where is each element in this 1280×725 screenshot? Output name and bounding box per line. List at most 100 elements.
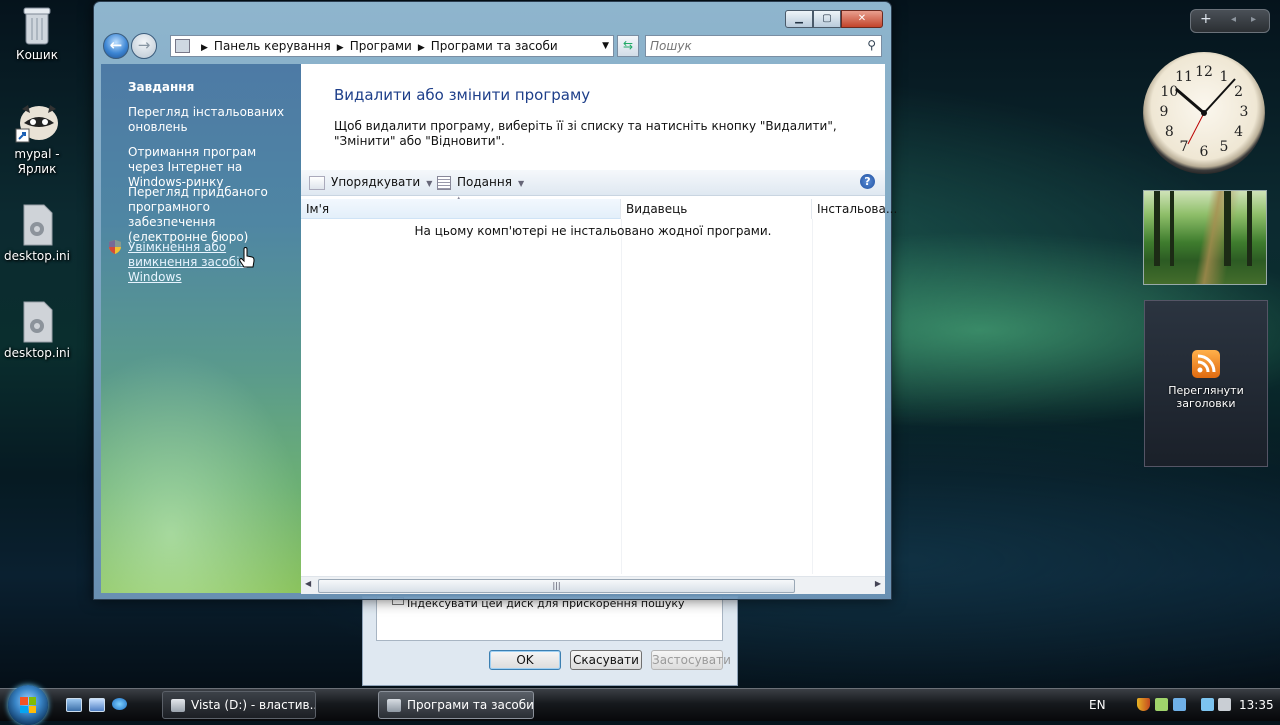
volume-muted-icon[interactable] [1218, 698, 1231, 711]
column-divider [812, 219, 813, 574]
programs-and-features-window: ▁ ▢ ✕ ← → ▶ Панель керування ▶ Програми ▶ Про… [93, 1, 897, 600]
switch-windows-icon[interactable] [89, 698, 105, 712]
chevron-right-icon[interactable]: ▶ [201, 43, 208, 53]
connection-icon[interactable] [1201, 698, 1214, 711]
desktop-icon-desktop-ini-1[interactable]: desktop.ini [0, 203, 77, 264]
slideshow-gadget[interactable] [1143, 190, 1267, 285]
settings-file-icon [20, 203, 54, 247]
breadcrumb-programs-features[interactable]: Програми та засоби [431, 39, 558, 53]
ok-button[interactable]: OK [489, 650, 561, 670]
breadcrumb-programs[interactable]: Програми [350, 39, 412, 53]
organize-icon [309, 175, 325, 190]
chevron-down-icon: ▼ [426, 179, 433, 188]
search-icon[interactable]: ⚲ [867, 38, 876, 52]
next-icon[interactable]: ▸ [1251, 14, 1256, 25]
views-label: Подання [457, 175, 512, 189]
page-title: Видалити або змінити програму [334, 86, 591, 104]
add-gadget-icon[interactable]: + [1200, 11, 1212, 27]
windows-update-icon[interactable] [1173, 698, 1186, 711]
search-input[interactable] [650, 38, 850, 53]
desktop-icon-label: desktop.ini [4, 346, 70, 360]
clock-time[interactable]: 13:35 [1239, 689, 1274, 721]
drive-properties-dialog: Індексувати цей диск для прискорення пош… [362, 596, 738, 686]
desktop-icon-label: mypal - Ярлик [14, 147, 60, 176]
network-icon[interactable] [1155, 698, 1168, 711]
empty-list-message: На цьому комп'ютері не інстальовано жодн… [414, 224, 772, 238]
taskbar-button-drive-properties[interactable]: Vista (D:) - властив... [162, 691, 316, 719]
desktop-icon-label: Кошик [16, 48, 58, 62]
turn-windows-features-link[interactable]: Увімкнення або вимкнення засобів Windows [128, 240, 286, 285]
close-button[interactable]: ✕ [841, 10, 883, 28]
views-icon [437, 175, 451, 190]
breadcrumb-control-panel[interactable]: Панель керування [214, 39, 331, 53]
desktop-icon-recycle-bin[interactable]: Кошик [0, 4, 77, 63]
minimize-button[interactable]: ▁ [785, 10, 813, 28]
view-purchased-software-link[interactable]: Перегляд придбаного програмного забезпеч… [128, 185, 293, 245]
back-button[interactable]: ← [103, 33, 129, 59]
column-header-publisher[interactable]: Видавець [621, 199, 812, 219]
previous-icon[interactable]: ◂ [1231, 14, 1236, 25]
tasks-pane: Завдання Перегляд інстальованих оновлень… [101, 64, 301, 593]
view-installed-updates-link[interactable]: Перегляд інстальованих оновлень [128, 105, 288, 135]
chevron-right-icon[interactable]: ▶ [337, 43, 344, 53]
chevron-down-icon[interactable]: ▼ [602, 36, 609, 56]
start-button[interactable] [8, 685, 48, 725]
security-shield-icon[interactable] [1137, 698, 1150, 711]
tasks-header: Завдання [128, 80, 195, 94]
hand-cursor-icon [239, 247, 255, 268]
apply-button[interactable]: Застосувати [651, 650, 731, 670]
forward-button[interactable]: → [131, 33, 157, 59]
feed-headlines-gadget[interactable]: Переглянути заголовки [1144, 300, 1268, 467]
column-header-installed[interactable]: Інстальова... [812, 199, 897, 219]
dialog-options-box: Індексувати цей диск для прискорення пош… [376, 597, 723, 641]
control-panel-icon [175, 39, 190, 53]
language-indicator[interactable]: EN [1089, 689, 1106, 721]
column-header-name[interactable]: Ім'я [301, 199, 621, 219]
views-menu[interactable]: Подання ▼ [437, 170, 524, 195]
programs-content-pane: Видалити або змінити програму Щоб видали… [301, 64, 897, 594]
scroll-left-icon[interactable]: ◀ [305, 579, 311, 588]
refresh-button[interactable]: ⇆ [617, 35, 639, 57]
shield-icon [109, 240, 121, 254]
help-icon[interactable]: ? [860, 174, 875, 189]
search-box[interactable]: ⚲ [645, 35, 882, 57]
taskbar-button-label: Програми та засоби [407, 698, 534, 712]
recycle-bin-icon [22, 4, 52, 46]
address-bar[interactable]: ▶ Панель керування ▶ Програми ▶ Програми та з… [170, 35, 614, 57]
breadcrumb: ▶ Панель керування ▶ Програми ▶ Програми та з… [195, 36, 558, 56]
chevron-right-icon[interactable]: ▶ [418, 43, 425, 53]
raccoon-icon [14, 101, 60, 145]
tree-shape [1224, 191, 1231, 266]
organize-label: Упорядкувати [331, 175, 421, 189]
desktop-icon-mypal-shortcut[interactable]: mypal - Ярлик [0, 101, 77, 177]
view-headlines-link[interactable]: Переглянути заголовки [1145, 384, 1267, 410]
cancel-button[interactable]: Скасувати [570, 650, 642, 670]
column-divider [621, 219, 622, 574]
chevron-down-icon: ▼ [517, 179, 525, 188]
tree-shape [1154, 191, 1160, 266]
drive-icon [171, 699, 185, 712]
tree-shape [1247, 191, 1252, 266]
show-desktop-icon[interactable] [66, 698, 82, 712]
taskbar: Vista (D:) - властив... Програми та засо… [0, 685, 1280, 725]
clock-hands [1175, 78, 1236, 145]
organize-menu[interactable]: Упорядкувати ▼ [309, 170, 432, 195]
scroll-right-icon[interactable]: ▶ [875, 579, 881, 588]
desktop-icon-desktop-ini-2[interactable]: desktop.ini [0, 300, 77, 361]
caption-buttons: ▁ ▢ ✕ [785, 10, 883, 28]
taskbar-button-label: Vista (D:) - властив... [191, 698, 316, 712]
taskbar-button-programs-features[interactable]: Програми та засоби [378, 691, 534, 719]
rss-icon [1192, 350, 1220, 378]
clock-gadget[interactable]: 12 1 2 3 4 5 6 7 8 9 10 11 [1143, 52, 1265, 174]
internet-explorer-icon[interactable] [112, 698, 127, 710]
horizontal-scrollbar[interactable]: ◀ ||| ▶ [301, 576, 885, 594]
scrollbar-thumb[interactable]: ||| [318, 579, 795, 593]
desktop-icon-label: desktop.ini [4, 249, 70, 263]
programs-icon [387, 699, 401, 712]
windows-logo-icon [20, 697, 36, 713]
tree-shape [1170, 191, 1174, 266]
get-programs-online-link[interactable]: Отримання програм через Інтернет на Wind… [128, 145, 293, 190]
settings-file-icon [20, 300, 54, 344]
maximize-button[interactable]: ▢ [813, 10, 841, 28]
command-toolbar: Упорядкувати ▼ Подання ▼ ? [301, 170, 885, 196]
